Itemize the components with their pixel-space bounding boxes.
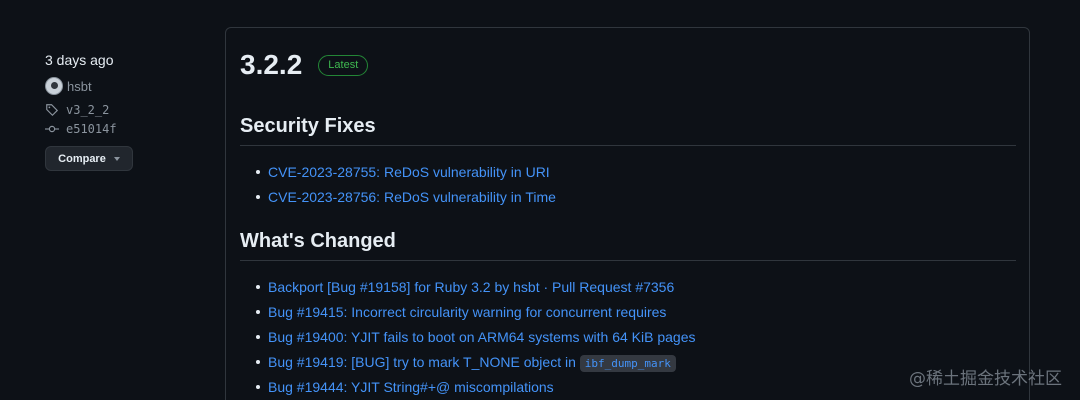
release-date: 3 days ago [45,52,114,68]
list-item-bug-19415[interactable]: Bug #19415: Incorrect circularity warnin… [256,303,696,328]
latest-badge: Latest [318,54,369,76]
list-item-bug-19400[interactable]: Bug #19400: YJIT fails to boot on ARM64 … [256,328,696,353]
ibf-dump-mark-code: ibf_dump_mark [579,355,676,372]
release-sidebar: 3 days ago hsbt v3_2_2 e51014f Compare [45,50,195,171]
release-author[interactable]: hsbt [45,77,195,95]
list-item-bug-19444[interactable]: Bug #19444: YJIT String#+@ miscompilatio… [256,378,696,400]
release-header: 3.2.2 Latest [240,51,369,79]
commit-hash[interactable]: e51014f [66,122,117,136]
whats-changed-heading: What's Changed [240,230,1016,261]
security-fixes-heading: Security Fixes [240,115,1016,146]
list-item-cve-28756[interactable]: CVE-2023-28756: ReDoS vulnerability in T… [256,188,556,213]
whats-changed-list: Backport [Bug #19158] for Ruby 3.2 by hs… [256,278,696,400]
author-name[interactable]: hsbt [67,79,92,94]
git-commit-icon [45,125,59,132]
compare-button[interactable]: Compare [45,146,133,171]
caret-down-icon [113,156,120,161]
release-commit[interactable]: e51014f [45,122,195,136]
security-fixes-list: CVE-2023-28755: ReDoS vulnerability in U… [256,163,556,213]
tag-name[interactable]: v3_2_2 [66,103,109,117]
release-tag[interactable]: v3_2_2 [45,103,195,117]
list-item-cve-28755[interactable]: CVE-2023-28755: ReDoS vulnerability in U… [256,163,556,188]
bug-19419-text[interactable]: Bug #19419: [BUG] try to mark T_NONE obj… [268,354,580,370]
release-version[interactable]: 3.2.2 [240,51,302,79]
author-avatar[interactable] [45,77,63,95]
list-item-bug-19158[interactable]: Backport [Bug #19158] for Ruby 3.2 by hs… [256,278,696,303]
list-item-bug-19419[interactable]: Bug #19419: [BUG] try to mark T_NONE obj… [256,353,696,378]
compare-label: Compare [58,152,106,165]
watermark-text: @稀土掘金技术社区 [909,369,1062,389]
release-card: 3.2.2 Latest Security Fixes CVE-2023-287… [225,27,1030,400]
tag-icon [46,103,59,116]
